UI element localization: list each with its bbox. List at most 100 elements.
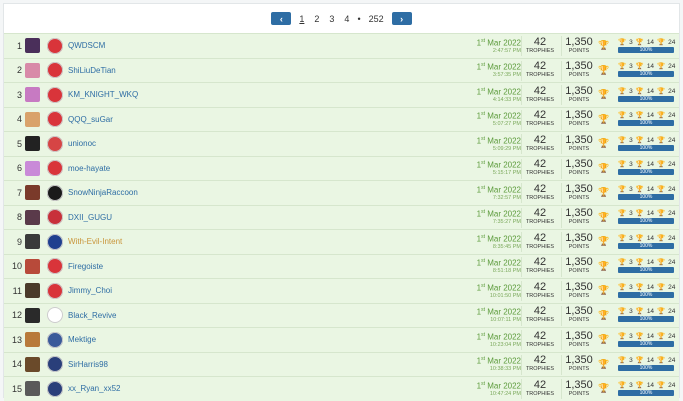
trophy-breakdown: 🏆 3 🏆 14 🏆 24 100% xyxy=(618,381,675,396)
player-name-link[interactable]: QWDSCM xyxy=(68,41,218,50)
bronze-count: 24 xyxy=(668,38,676,46)
avatar[interactable] xyxy=(25,234,40,250)
earned-time: 10:38:33 PM xyxy=(489,366,521,373)
points-label: POINTS xyxy=(568,145,590,152)
platinum-trophy-icon[interactable]: 🏆 xyxy=(597,383,611,394)
platinum-trophy-icon[interactable]: 🏆 xyxy=(597,114,611,125)
player-name-link[interactable]: Firegoiste xyxy=(68,262,218,271)
player-name-link[interactable]: SnowNinjaRaccoon xyxy=(68,188,218,197)
gold-count: 3 xyxy=(629,259,633,267)
avatar[interactable] xyxy=(25,185,40,201)
avatar[interactable] xyxy=(25,209,40,225)
chevron-right-icon: › xyxy=(400,13,404,24)
silver-trophy-icon: 🏆 xyxy=(635,112,644,120)
earned-date: 1st Mar 2022 10:01:50 PM xyxy=(466,282,521,300)
trophies-label: TROPHIES xyxy=(525,268,555,275)
gold-count: 3 xyxy=(629,185,633,193)
gold-trophy-icon: 🏆 xyxy=(618,259,627,267)
avatar[interactable] xyxy=(25,62,40,78)
platinum-trophy-icon[interactable]: 🏆 xyxy=(597,40,611,51)
table-row: 9 With-Evil-Intent 1st Mar 2022 8:35:45 … xyxy=(4,229,679,254)
gold-trophy-icon: 🏆 xyxy=(618,381,627,389)
points: 1,350 POINTS xyxy=(561,35,597,55)
avatar[interactable] xyxy=(25,381,40,397)
player-name-link[interactable]: unionoc xyxy=(68,139,218,148)
player-name-link[interactable]: ShiLiuDeTian xyxy=(68,66,218,75)
trophies-label: TROPHIES xyxy=(525,121,555,128)
platinum-trophy-icon[interactable]: 🏆 xyxy=(597,65,611,76)
progress-bar: 100% xyxy=(618,169,674,176)
platinum-trophy-icon[interactable]: 🏆 xyxy=(597,359,611,370)
player-name-link[interactable]: KM_KNIGHT_WKQ xyxy=(68,90,218,99)
avatar[interactable] xyxy=(25,307,40,323)
player-name-link[interactable]: DXII_GUGU xyxy=(68,213,218,222)
prev-page-button[interactable]: ‹ xyxy=(271,12,292,25)
earned-date: 1st Mar 2022 8:35:45 PM xyxy=(466,233,521,251)
avatar[interactable] xyxy=(25,111,40,127)
page-ellipsis: • xyxy=(357,13,361,24)
avatar[interactable] xyxy=(25,136,40,152)
avatar[interactable] xyxy=(25,283,40,299)
avatar[interactable] xyxy=(25,38,40,54)
trophy-count: 42 TROPHIES xyxy=(519,159,561,177)
platinum-trophy-icon[interactable]: 🏆 xyxy=(597,261,611,272)
player-name-link[interactable]: xx_Ryan_xx52 xyxy=(68,384,218,393)
avatar[interactable] xyxy=(25,356,40,372)
platinum-trophy-icon[interactable]: 🏆 xyxy=(597,285,611,296)
platinum-trophy-icon[interactable]: 🏆 xyxy=(597,138,611,149)
bronze-trophy-icon: 🏆 xyxy=(657,63,666,71)
bronze-count: 24 xyxy=(668,259,676,267)
player-name-link[interactable]: QQQ_suGar xyxy=(68,115,218,124)
gold-trophy-icon: 🏆 xyxy=(618,308,627,316)
rank-number: 7 xyxy=(16,187,22,198)
points-value: 1,350 xyxy=(565,35,593,48)
page-link-1[interactable]: 1 xyxy=(297,14,306,24)
platinum-trophy-icon[interactable]: 🏆 xyxy=(597,187,611,198)
page-link-last[interactable]: 252 xyxy=(367,14,386,24)
trophies-label: TROPHIES xyxy=(525,219,555,226)
earned-date-text: Mar 2022 xyxy=(487,185,521,195)
points-value: 1,350 xyxy=(565,305,593,318)
platinum-trophy-icon[interactable]: 🏆 xyxy=(597,310,611,321)
page-link-4[interactable]: 4 xyxy=(342,14,351,24)
silver-count: 14 xyxy=(646,381,655,389)
platinum-trophy-icon[interactable]: 🏆 xyxy=(597,212,611,223)
trophy-count-value: 42 xyxy=(533,280,547,293)
silver-trophy-icon: 🏆 xyxy=(635,63,644,71)
player-name-link[interactable]: moe-hayate xyxy=(68,164,218,173)
platinum-trophy-icon[interactable]: 🏆 xyxy=(597,236,611,247)
trophy-count: 42 TROPHIES xyxy=(519,208,561,226)
avatar[interactable] xyxy=(25,332,40,348)
earned-time: 2:47:57 PM xyxy=(492,47,521,54)
bronze-trophy-icon: 🏆 xyxy=(657,161,666,169)
page-link-3[interactable]: 3 xyxy=(327,14,336,24)
next-page-button[interactable]: › xyxy=(391,12,412,25)
trophy-breakdown: 🏆 3 🏆 14 🏆 24 100% xyxy=(618,185,675,200)
player-name-link[interactable]: With-Evil-Intent xyxy=(68,237,218,246)
trophy-breakdown: 🏆 3 🏆 14 🏆 24 100% xyxy=(618,308,675,323)
player-name-link[interactable]: Black_Revive xyxy=(68,311,218,320)
silver-trophy-icon: 🏆 xyxy=(635,136,644,144)
page-link-2[interactable]: 2 xyxy=(312,14,321,24)
player-name-link[interactable]: Mektige xyxy=(68,335,218,344)
trophy-breakdown: 🏆 3 🏆 14 🏆 24 100% xyxy=(618,88,675,102)
rank-number: 4 xyxy=(16,114,22,125)
player-name-link[interactable]: SirHarris98 xyxy=(68,360,218,369)
points: 1,350 POINTS xyxy=(561,159,597,177)
platinum-trophy-icon[interactable]: 🏆 xyxy=(597,163,611,174)
country-flag-icon xyxy=(47,331,63,348)
platinum-trophy-icon[interactable]: 🏆 xyxy=(597,334,611,345)
player-name-link[interactable]: Jimmy_Choi xyxy=(68,286,218,295)
platinum-trophy-icon[interactable]: 🏆 xyxy=(597,89,611,100)
rank-number: 5 xyxy=(16,138,22,149)
avatar[interactable] xyxy=(25,258,40,274)
bronze-trophy-icon: 🏆 xyxy=(657,357,666,365)
leaderboard-rows: 1 QWDSCM 1st Mar 2022 2:47:57 PM 42 TROP… xyxy=(4,33,679,401)
silver-count: 14 xyxy=(646,332,655,340)
trophy-count: 42 TROPHIES xyxy=(519,306,561,324)
avatar[interactable] xyxy=(25,160,40,176)
progress-bar: 100% xyxy=(618,291,674,298)
gold-count: 3 xyxy=(629,112,633,120)
avatar[interactable] xyxy=(25,87,40,103)
table-row: 4 QQQ_suGar 1st Mar 2022 5:07:27 PM 42 T… xyxy=(4,106,679,131)
